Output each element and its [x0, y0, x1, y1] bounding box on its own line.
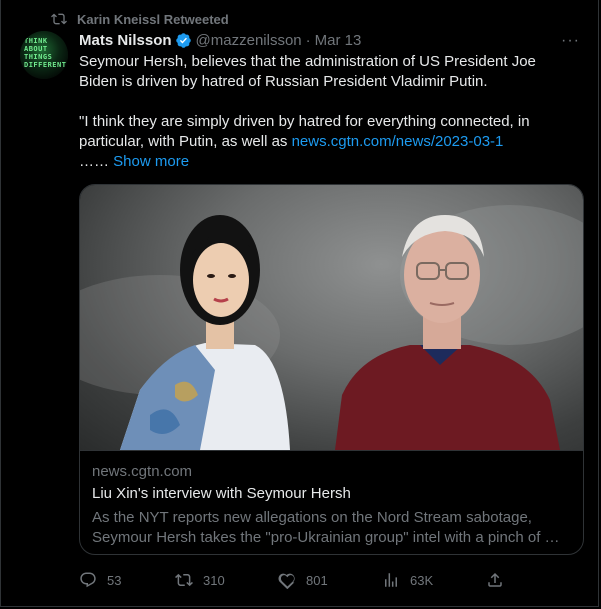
card-image[interactable]: [80, 185, 583, 450]
analytics-icon: [385, 573, 397, 587]
views-button[interactable]: 63K: [382, 571, 486, 589]
like-button[interactable]: 801: [278, 571, 382, 589]
reply-count: 53: [107, 572, 122, 588]
heart-icon: [278, 573, 295, 589]
article-link[interactable]: news.cgtn.com/news/2023-03-1: [292, 133, 504, 150]
retweet-context: Karin Kneissl Retweeted: [51, 10, 229, 28]
retweet-count: 310: [203, 572, 225, 588]
share-icon: [488, 572, 502, 587]
card-description: As the NYT reports new allegations on th…: [92, 509, 560, 546]
retweet-action-icon: [175, 573, 193, 587]
like-count: 801: [306, 572, 328, 588]
tweet-date[interactable]: Mar 13: [315, 32, 362, 49]
retweet-button[interactable]: 310: [175, 571, 278, 589]
card-domain: news.cgtn.com: [92, 463, 193, 480]
avatar[interactable]: THINK ABOUT THINGS DIFFERENTLY: [20, 31, 68, 79]
link-preview-card[interactable]: news.cgtn.com Liu Xin's interview with S…: [79, 184, 584, 555]
tweet-paragraph-1: Seymour Hersh, believes that the adminis…: [79, 53, 536, 90]
tweet-paragraph-2: "I think they are simply driven by hatre…: [79, 112, 569, 172]
retweet-label[interactable]: Karin Kneissl Retweeted: [77, 12, 229, 27]
author-name[interactable]: Mats Nilsson: [79, 32, 172, 49]
author-handle[interactable]: @mazzenilsson: [196, 32, 302, 49]
more-options-icon[interactable]: ···: [561, 32, 580, 50]
card-title: Liu Xin's interview with Seymour Hersh: [92, 485, 351, 502]
tweet-header: Mats Nilsson @mazzenilsson · Mar 13: [79, 30, 578, 50]
tweet[interactable]: Karin Kneissl Retweeted THINK ABOUT THIN…: [0, 0, 599, 607]
reply-button[interactable]: 53: [79, 571, 175, 589]
retweet-icon: [51, 13, 67, 25]
tweet-text: Seymour Hersh, believes that the adminis…: [79, 52, 569, 172]
reply-icon: [80, 572, 96, 588]
view-count: 63K: [410, 572, 434, 588]
avatar-text: THINK ABOUT THINGS DIFFERENTLY: [24, 37, 68, 69]
share-button[interactable]: [486, 571, 504, 589]
ellipsis: ……: [79, 153, 109, 170]
interview-photo: [80, 205, 583, 450]
verified-badge-icon: [175, 32, 191, 48]
separator-dot: ·: [305, 31, 311, 49]
show-more-link[interactable]: Show more: [113, 153, 189, 170]
card-meta[interactable]: news.cgtn.com Liu Xin's interview with S…: [80, 450, 583, 554]
tweet-actions: 53 310 801 63K: [79, 568, 509, 592]
